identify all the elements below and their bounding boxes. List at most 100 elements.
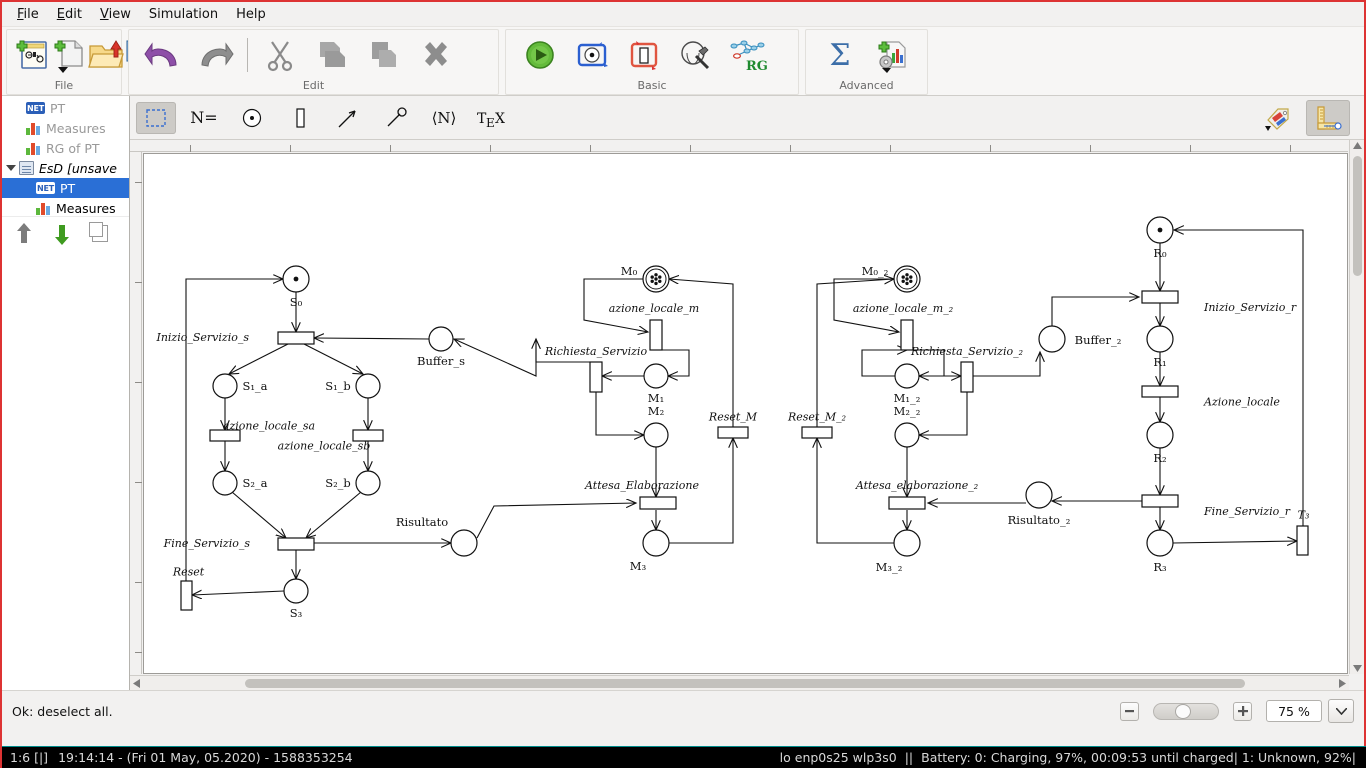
arc-tool[interactable] <box>328 102 368 134</box>
n-equals-icon: N= <box>190 108 218 127</box>
svg-text:S₁_a: S₁_a <box>242 379 267 393</box>
zoom-controls: 75 % <box>1120 699 1354 723</box>
token-game-button[interactable] <box>566 31 618 79</box>
place-Buffer_2 <box>1038 325 1066 353</box>
petri-net-canvas[interactable]: S₀ S₁_a S₁_b S₂_a S₂_b S₃ Buffer_s Risultato M₀ M… <box>143 153 1348 674</box>
bars-icon <box>36 202 51 215</box>
copy-icon[interactable] <box>89 222 108 242</box>
chevron-down-icon <box>1335 707 1347 715</box>
new-analysis-button[interactable] <box>866 31 918 79</box>
zoom-out-button[interactable] <box>1120 701 1139 721</box>
arrow-up-icon[interactable] <box>16 222 32 245</box>
arc <box>303 343 363 374</box>
new-document-button[interactable] <box>51 31 87 79</box>
menu-edit[interactable]: Edit <box>48 4 91 25</box>
inhibitor-arc-tool[interactable] <box>376 102 416 134</box>
place-M3_2 <box>893 529 921 557</box>
svg-text:R₀: R₀ <box>1153 246 1167 260</box>
transition-Attesa_Elaborazione <box>639 496 677 510</box>
marking-parameter-tool[interactable]: ⟨N⟩ <box>424 102 464 134</box>
place-R3 <box>1146 529 1174 557</box>
reachability-graph-button[interactable]: RG <box>722 31 774 79</box>
zoom-in-button[interactable] <box>1233 701 1252 721</box>
horizontal-scrollbar[interactable] <box>130 675 1349 690</box>
svg-text:R₂: R₂ <box>1153 451 1166 465</box>
arc <box>1172 541 1297 543</box>
svg-text:RG: RG <box>746 59 768 73</box>
transition-Richiesta_Servizio <box>589 361 603 393</box>
transition-Fine_Servizio_s <box>277 537 315 551</box>
svg-text:azione_locale_sb: azione_locale_sb <box>278 440 371 453</box>
svg-text:Azione_locale: Azione_locale <box>1203 396 1280 409</box>
delete-button[interactable] <box>410 31 462 79</box>
chevron-down-icon[interactable] <box>6 165 16 171</box>
horizontal-ruler <box>130 140 1348 152</box>
arrow-down-icon[interactable] <box>54 223 70 245</box>
svg-text:Risultato: Risultato <box>396 515 448 529</box>
application-window: File Edit View Simulation Help File Edit… <box>0 0 1366 768</box>
inhibitor-arc-icon <box>387 106 407 126</box>
zoom-value[interactable]: 75 % <box>1266 700 1322 722</box>
tex-label-tool[interactable]: T E X <box>472 102 512 134</box>
tree-item-rg-of-pt[interactable]: RG of PT <box>2 138 129 158</box>
new-net-button[interactable] <box>15 31 51 79</box>
select-tool[interactable] <box>136 101 176 134</box>
structural-analysis-button[interactable] <box>670 31 722 79</box>
open-button[interactable] <box>87 31 125 79</box>
zoom-dropdown-button[interactable] <box>1328 699 1354 723</box>
scroll-left-icon <box>133 679 140 688</box>
svg-text:Attesa_elaborazione_₂: Attesa_elaborazione_₂ <box>855 479 978 492</box>
battery-indicator: Battery: 0: Charging, 97%, 00:09:53 unti… <box>921 750 1356 765</box>
paste-button[interactable] <box>358 31 410 79</box>
tree-item-measures[interactable]: Measures <box>2 198 129 216</box>
svg-text:Inizio_Servizio_r: Inizio_Servizio_r <box>1203 301 1297 314</box>
transition-Attesa_elaborazione_2 <box>888 496 926 510</box>
tree-item-esd-project[interactable]: EsD [unsave <box>2 158 129 178</box>
measure-ruler-button[interactable] <box>1306 99 1350 136</box>
place-S1_a <box>212 373 238 399</box>
tree-item-pt-selected[interactable]: NET PT <box>2 178 129 198</box>
svg-text:M₀: M₀ <box>621 264 638 278</box>
ribbon-group-basic-label: Basic <box>637 79 667 92</box>
ribbon-toolbar: File Edit RG Basic Σ Advanced <box>2 27 1364 96</box>
zoom-slider-knob[interactable] <box>1175 703 1191 719</box>
run-simulation-button[interactable] <box>514 31 566 79</box>
bars-icon <box>26 122 41 135</box>
transition-bar-icon <box>296 107 305 128</box>
svg-text:T₃: T₃ <box>1298 509 1310 522</box>
petri-net-drawing[interactable]: S₀ S₁_a S₁_b S₂_a S₂_b S₃ Buffer_s Risultato M₀ M… <box>144 154 1347 674</box>
svg-text:Richiesta_Servizio_₂: Richiesta_Servizio_₂ <box>910 345 1023 358</box>
net-icon: NET <box>26 102 45 114</box>
menu-view[interactable]: View <box>91 4 140 25</box>
place-tool[interactable] <box>232 102 272 134</box>
transition-tool[interactable] <box>280 102 320 134</box>
vertical-scrollbar[interactable] <box>1349 140 1364 674</box>
tree-item-pt-rg[interactable]: NET PT <box>2 98 129 118</box>
svg-text:Buffer_₂: Buffer_₂ <box>1075 333 1122 347</box>
tree-item-label: PT <box>50 100 66 116</box>
cut-button[interactable] <box>254 31 306 79</box>
toolstrip-right-group <box>1258 99 1358 136</box>
bars-icon <box>26 142 41 155</box>
place-M1 <box>643 363 669 389</box>
menu-help[interactable]: Help <box>227 4 275 25</box>
svg-text:Richiesta_Servizio: Richiesta_Servizio <box>544 345 648 358</box>
transition-Azione_locale <box>1141 385 1179 398</box>
svg-text:M₃: M₃ <box>630 559 647 573</box>
color-tags-button[interactable] <box>1258 102 1298 134</box>
copy-button[interactable] <box>306 31 358 79</box>
menu-simulation[interactable]: Simulation <box>140 4 227 25</box>
marking-tool[interactable]: N= <box>184 102 224 134</box>
toolbar-separator <box>247 38 248 72</box>
svg-text:M₂: M₂ <box>648 404 664 418</box>
transition-tool-button[interactable] <box>618 31 670 79</box>
arc <box>454 339 537 377</box>
transition-Inizio_Servizio_s <box>277 331 315 345</box>
project-tree[interactable]: NET PT Measures RG of PT EsD [unsave NET… <box>2 96 129 216</box>
sum-measures-button[interactable]: Σ <box>814 31 866 79</box>
undo-button[interactable] <box>137 31 189 79</box>
zoom-slider[interactable] <box>1153 702 1219 720</box>
menu-file[interactable]: File <box>8 4 48 25</box>
tree-item-measures-rg[interactable]: Measures <box>2 118 129 138</box>
redo-button[interactable] <box>189 31 241 79</box>
